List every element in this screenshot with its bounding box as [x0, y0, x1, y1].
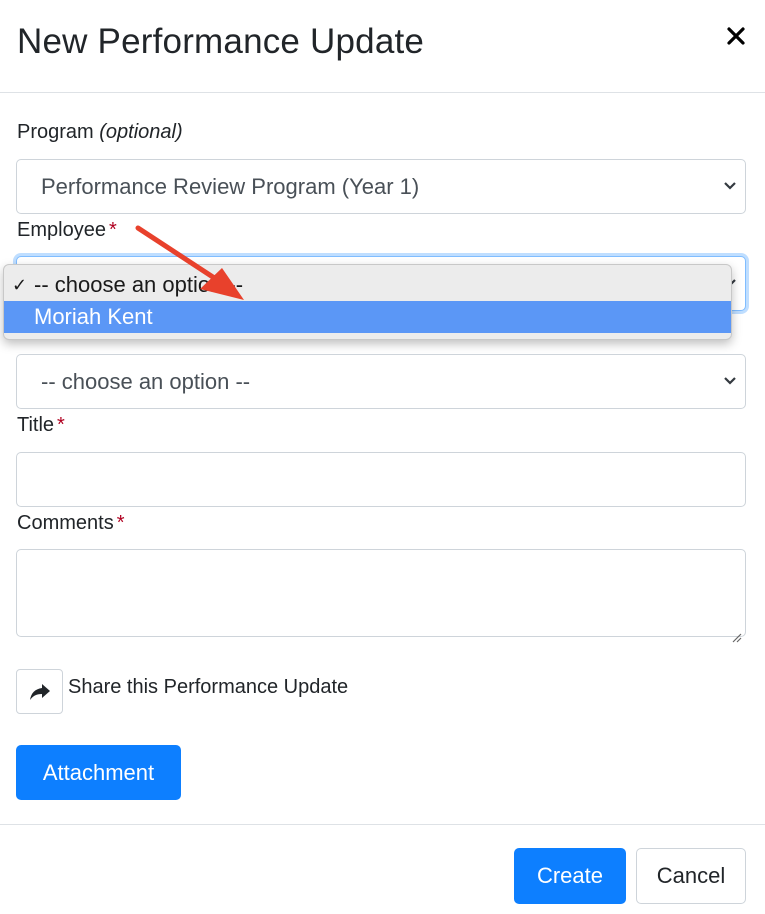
employee-label: Employee * [17, 219, 117, 241]
program-label: Program (optional) [17, 121, 183, 143]
type-select[interactable]: -- choose an option -- [16, 354, 746, 409]
comments-label: Comments * [17, 512, 125, 534]
dropdown-option-moriah-kent[interactable]: Moriah Kent [4, 301, 731, 333]
share-arrow-icon [30, 684, 50, 700]
close-icon[interactable] [720, 20, 752, 52]
share-button[interactable] [16, 669, 63, 714]
title-label: Title * [17, 414, 65, 436]
required-mark: * [116, 512, 125, 534]
share-label: Share this Performance Update [68, 676, 349, 698]
cancel-button[interactable]: Cancel [636, 848, 746, 904]
required-mark: * [57, 414, 65, 436]
program-select[interactable]: Performance Review Program (Year 1) [16, 159, 746, 214]
employee-dropdown-list: ✓ -- choose an option -- Moriah Kent [3, 264, 732, 340]
create-button[interactable]: Create [514, 848, 626, 904]
required-mark: * [108, 219, 117, 241]
attachment-button[interactable]: Attachment [16, 745, 181, 800]
program-select-value: Performance Review Program (Year 1) [41, 174, 420, 199]
dropdown-option-label: Moriah Kent [34, 304, 153, 329]
title-input[interactable] [16, 452, 746, 507]
modal-header: New Performance Update [0, 0, 765, 93]
modal-title: New Performance Update [17, 22, 425, 61]
dropdown-option-label: -- choose an option -- [34, 272, 244, 297]
chevron-down-icon [723, 355, 737, 408]
resize-grip-icon[interactable] [732, 623, 742, 643]
type-select-value: -- choose an option -- [41, 369, 251, 394]
optional-note: (optional) [99, 121, 183, 143]
comments-textarea[interactable] [16, 549, 746, 643]
chevron-down-icon [723, 160, 737, 213]
dropdown-option-placeholder[interactable]: ✓ -- choose an option -- [4, 269, 731, 301]
checkmark-icon: ✓ [12, 275, 28, 295]
